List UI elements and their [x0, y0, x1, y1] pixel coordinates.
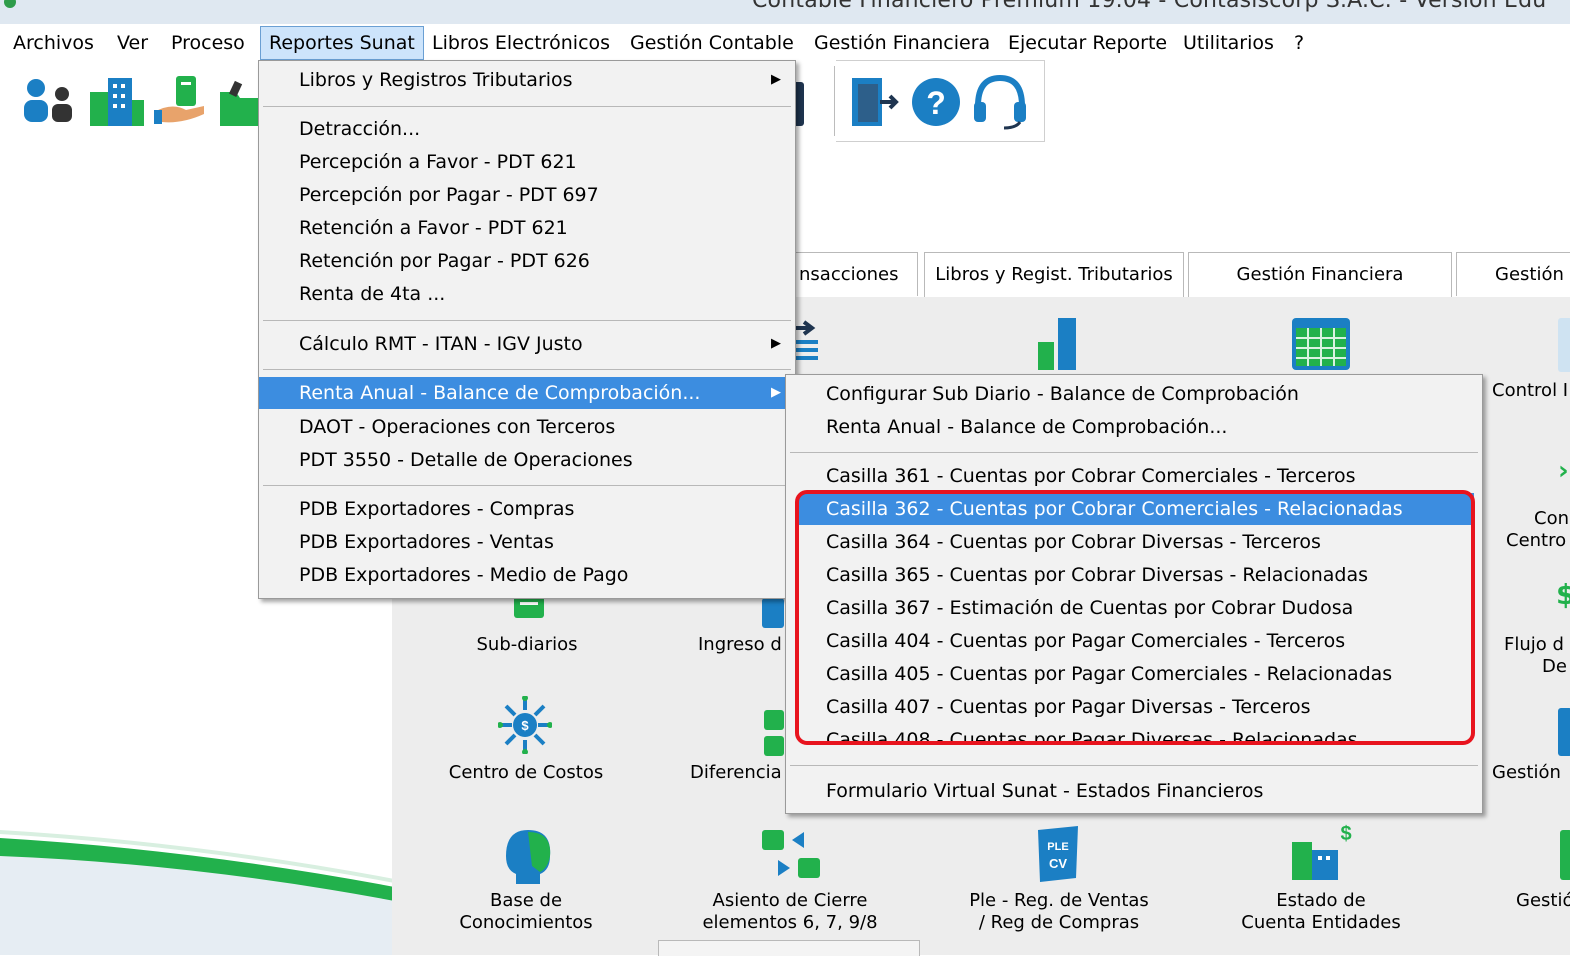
ple-icon[interactable]: PLE CV	[1036, 826, 1080, 882]
knowledge-head-icon[interactable]	[498, 826, 556, 886]
annotation-highlight-box	[795, 490, 1475, 745]
dollar-icon[interactable]: $	[1556, 578, 1570, 611]
subdiarios-icon[interactable]	[514, 596, 544, 618]
menu-separator	[790, 452, 1478, 453]
flujo-label-2: De	[1542, 656, 1567, 677]
toolbar-separator	[834, 66, 835, 136]
menu-item-daot[interactable]: DAOT - Operaciones con Terceros	[259, 411, 795, 443]
base-label-2: Conocimientos	[459, 912, 593, 933]
svg-text:$: $	[521, 718, 529, 733]
control-icon[interactable]	[1556, 318, 1570, 372]
svg-text:?: ?	[926, 85, 946, 121]
hand-money-icon[interactable]	[152, 74, 212, 128]
tab-gestion-financiera[interactable]: Gestión Financiera	[1188, 252, 1452, 297]
submenu-arrow-icon: ▶	[771, 385, 781, 400]
buildings-icon[interactable]	[88, 74, 148, 128]
submenu-item-configurar[interactable]: Configurar Sub Diario - Balance de Compr…	[786, 378, 1482, 410]
menu-proceso[interactable]: Proceso	[163, 26, 253, 60]
menu-item-calculo-rmt[interactable]: Cálculo RMT - ITAN - IGV Justo ▶	[259, 328, 795, 360]
bar-chart-icon[interactable]	[1036, 316, 1086, 370]
menu-ejecutar-reporte[interactable]: Ejecutar Reporte	[1000, 26, 1175, 60]
menu-item-libros-registros[interactable]: Libros y Registros Tributarios ▶	[259, 64, 795, 96]
menu-ver[interactable]: Ver	[109, 26, 156, 60]
diferencia-label: Diferencia	[690, 762, 782, 783]
menu-item-pdb-compras[interactable]: PDB Exportadores - Compras	[259, 493, 795, 525]
ple-label-1: Ple - Reg. de Ventas	[969, 890, 1149, 911]
submenu-item-renta-anual[interactable]: Renta Anual - Balance de Comprobación...	[786, 411, 1482, 443]
decorative-swoosh	[0, 830, 400, 955]
submenu-item-casilla-361[interactable]: Casilla 361 - Cuentas por Cobrar Comerci…	[786, 460, 1482, 492]
menu-separator	[263, 369, 791, 370]
asiento-label-1: Asiento de Cierre	[712, 890, 868, 911]
estado-label-2: Cuenta Entidades	[1241, 912, 1401, 933]
menubar: Archivos Ver Proceso Reportes Sunat Libr…	[0, 26, 1570, 60]
svg-text:$: $	[1340, 824, 1351, 845]
menu-gestion-financiera[interactable]: Gestión Financiera	[806, 26, 998, 60]
headset-icon[interactable]	[970, 74, 1030, 130]
base-label-1: Base de	[489, 890, 563, 911]
menu-help[interactable]: ?	[1286, 26, 1312, 60]
title-bar: Contable Financiero Premium 19.04 - Cont…	[0, 0, 1570, 24]
menu-item-retencion-favor[interactable]: Retención a Favor - PDT 621	[259, 212, 795, 244]
centro-label: Centro	[1506, 530, 1567, 551]
spreadsheet-icon[interactable]	[1292, 318, 1350, 370]
gestion-right-icon[interactable]	[1556, 708, 1570, 756]
menu-item-pdb-medio-pago[interactable]: PDB Exportadores - Medio de Pago	[259, 559, 795, 591]
tab-transacciones[interactable]: nsacciones	[790, 252, 918, 296]
menu-item-retencion-pagar[interactable]: Retención por Pagar - PDT 626	[259, 245, 795, 277]
menu-utilitarios[interactable]: Utilitarios	[1175, 26, 1282, 60]
help-icon[interactable]: ?	[910, 76, 962, 128]
svg-text:PLE: PLE	[1047, 841, 1068, 853]
menu-gestion-contable[interactable]: Gestión Contable	[622, 26, 802, 60]
menu-item-detraccion[interactable]: Detracción...	[259, 113, 795, 145]
ingreso-label: Ingreso d	[698, 634, 782, 655]
menu-separator	[263, 106, 791, 107]
submenu-arrow-icon: ▶	[771, 336, 781, 351]
users-icon[interactable]	[22, 78, 82, 126]
app-icon	[4, 0, 16, 8]
ingreso-icon[interactable]	[762, 598, 786, 628]
menu-separator	[263, 320, 791, 321]
gestio-right-icon[interactable]	[1558, 830, 1570, 880]
menu-libros-electronicos[interactable]: Libros Electrónicos	[424, 26, 618, 60]
menu-archivos[interactable]: Archivos	[5, 26, 102, 60]
menu-item-pdt-3550[interactable]: PDT 3550 - Detalle de Operaciones	[259, 444, 795, 476]
ple-label-2: / Reg de Compras	[978, 912, 1140, 933]
submenu-item-formulario-virtual[interactable]: Formulario Virtual Sunat - Estados Finan…	[786, 775, 1482, 807]
estado-label-1: Estado de	[1276, 890, 1366, 911]
window-title: Contable Financiero Premium 19.04 - Cont…	[752, 0, 1547, 13]
menu-item-renta-anual[interactable]: Renta Anual - Balance de Comprobación...…	[259, 377, 795, 409]
centro-costos-icon[interactable]: $	[498, 696, 552, 754]
tab-libros-registros[interactable]: Libros y Regist. Tributarios	[924, 252, 1184, 297]
asiento-label-2: elementos 6, 7, 9/8	[702, 912, 878, 933]
menu-separator	[790, 765, 1478, 766]
control-label: Control I	[1492, 380, 1569, 401]
bottom-tab[interactable]	[658, 940, 920, 956]
flujo-label-1: Flujo d	[1504, 634, 1564, 655]
submenu-arrow-icon: ▶	[771, 72, 781, 87]
con-label: Con	[1534, 508, 1569, 529]
asiento-cierre-icon[interactable]	[762, 828, 824, 884]
exit-door-icon[interactable]	[850, 76, 902, 128]
menu-item-pdb-ventas[interactable]: PDB Exportadores - Ventas	[259, 526, 795, 558]
reportes-sunat-menu: Libros y Registros Tributarios ▶ Detracci…	[258, 60, 796, 599]
arrows-icon[interactable]: ›	[1558, 456, 1569, 486]
tab-gestion[interactable]: Gestión	[1456, 252, 1570, 296]
gestio-right-label: Gestió	[1516, 890, 1570, 911]
estado-cuenta-icon[interactable]: $	[1292, 824, 1356, 882]
gestion-right-label: Gestión	[1492, 762, 1561, 783]
centro-costos-label: Centro de Costos	[448, 762, 604, 783]
svg-text:CV: CV	[1049, 856, 1067, 871]
menu-item-percepcion-favor[interactable]: Percepción a Favor - PDT 621	[259, 146, 795, 178]
menu-separator	[263, 485, 791, 486]
subdiarios-label: Sub-diarios	[476, 634, 578, 655]
menu-item-percepcion-pagar[interactable]: Percepción por Pagar - PDT 697	[259, 179, 795, 211]
menu-reportes-sunat[interactable]: Reportes Sunat	[260, 26, 424, 60]
menu-item-renta-4ta[interactable]: Renta de 4ta ...	[259, 278, 795, 310]
